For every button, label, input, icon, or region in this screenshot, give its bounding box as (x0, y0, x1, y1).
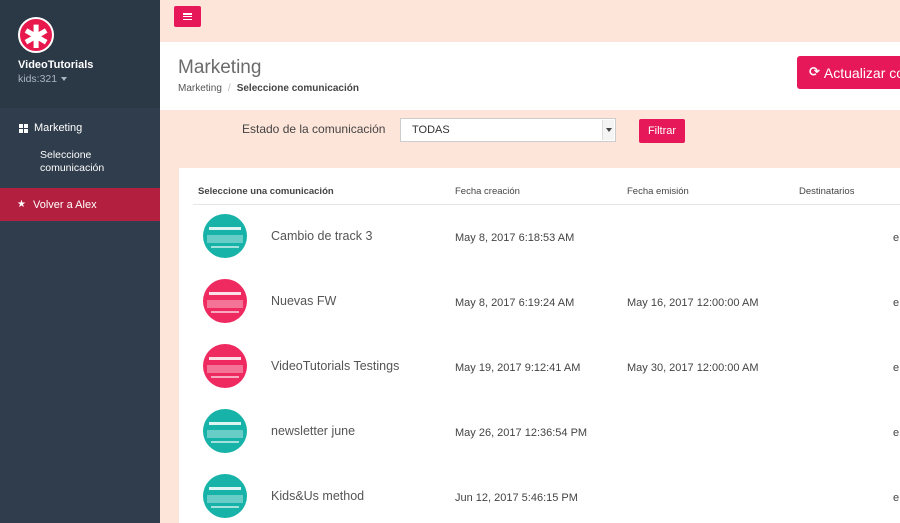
sidebar-item-back[interactable]: ★ Volver a Alex (0, 188, 160, 221)
table-row[interactable]: Nuevas FW May 8, 2017 6:19:24 AM May 16,… (179, 279, 900, 344)
sidebar-item-label: Volver a Alex (32, 198, 97, 211)
sidebar-item-label: Marketing (34, 122, 83, 134)
app-logo[interactable]: ✱ (18, 17, 54, 53)
recipients-cell: e (893, 362, 900, 374)
sidebar-subitem-select-communication[interactable]: Seleccione comunicación (0, 149, 160, 175)
status-filter-select[interactable]: TODAS (400, 118, 616, 142)
table-row[interactable]: VideoTutorials Testings May 19, 2017 9:1… (179, 344, 900, 409)
communications-table: Seleccione una comunicación Fecha creaci… (179, 168, 900, 523)
breadcrumb-root[interactable]: Marketing (178, 83, 222, 94)
table-header-divider (193, 204, 900, 205)
breadcrumb-separator: / (227, 83, 231, 94)
sidebar-item-marketing[interactable]: Marketing (0, 118, 160, 138)
sidebar-profile: ✱ VideoTutorials kids:321 (0, 0, 160, 108)
asterisk-icon: ✱ (22, 18, 50, 56)
breadcrumb-current: Seleccione comunicación (236, 83, 359, 94)
communication-name[interactable]: Nuevas FW (271, 294, 336, 308)
creation-date: May 8, 2017 6:18:53 AM (455, 232, 575, 244)
communication-thumbnail[interactable] (203, 474, 247, 518)
chevron-down-icon (602, 120, 614, 140)
table-row[interactable]: Cambio de track 3 May 8, 2017 6:18:53 AM… (179, 214, 900, 279)
communication-thumbnail[interactable] (203, 344, 247, 388)
breadcrumb: Marketing / Seleccione comunicación (178, 83, 359, 94)
menu-toggle-button[interactable] (174, 6, 201, 27)
page-title: Marketing (178, 57, 262, 78)
communication-name[interactable]: Cambio de track 3 (271, 229, 372, 243)
communication-thumbnail[interactable] (203, 214, 247, 258)
creation-date: May 8, 2017 6:19:24 AM (455, 297, 575, 309)
table-row[interactable]: newsletter june May 26, 2017 12:36:54 PM… (179, 409, 900, 474)
user-menu[interactable]: kids:321 (18, 73, 68, 85)
creation-date: May 19, 2017 9:12:41 AM (455, 362, 581, 374)
communication-thumbnail[interactable] (203, 279, 247, 323)
column-header-created: Fecha creación (455, 186, 520, 197)
status-filter-value: TODAS (412, 124, 450, 136)
user-name: kids:321 (18, 73, 58, 85)
star-icon: ★ (17, 199, 26, 210)
emission-date: May 16, 2017 12:00:00 AM (627, 297, 759, 309)
refresh-icon: ⟳ (809, 65, 820, 80)
communication-name[interactable]: VideoTutorials Testings (271, 359, 399, 373)
communication-name[interactable]: newsletter june (271, 424, 355, 438)
table-row[interactable]: Kids&Us method Jun 12, 2017 5:46:15 PM e (179, 474, 900, 523)
hamburger-icon (183, 13, 192, 20)
recipients-cell: e (893, 232, 900, 244)
brand-name: VideoTutorials (18, 59, 94, 71)
creation-date: May 26, 2017 12:36:54 PM (455, 427, 588, 439)
grid-icon (19, 123, 28, 133)
column-header-recipients: Destinatarios (799, 186, 855, 197)
column-header-emitted: Fecha emisión (627, 186, 689, 197)
sidebar-subitem-label: Seleccione comunicación (40, 149, 105, 174)
recipients-cell: e (893, 297, 900, 309)
caret-down-icon (61, 77, 68, 82)
page-header: Marketing Marketing / Seleccione comunicac… (160, 42, 900, 110)
filter-button[interactable]: Filtrar (639, 119, 685, 143)
recipients-cell: e (893, 427, 900, 439)
communication-name[interactable]: Kids&Us method (271, 489, 364, 503)
recipients-cell: e (893, 492, 900, 504)
communication-thumbnail[interactable] (203, 409, 247, 453)
status-filter-label: Estado de la comunicación (242, 122, 386, 136)
creation-date: Jun 12, 2017 5:46:15 PM (455, 492, 578, 504)
sidebar: ✱ VideoTutorials kids:321 Marketing Sele… (0, 0, 160, 523)
column-header-name: Seleccione una comunicación (198, 186, 334, 197)
update-button[interactable]: ⟳ Actualizar co (797, 56, 900, 89)
emission-date: May 30, 2017 12:00:00 AM (627, 362, 759, 374)
update-button-label: Actualizar co (823, 64, 900, 81)
